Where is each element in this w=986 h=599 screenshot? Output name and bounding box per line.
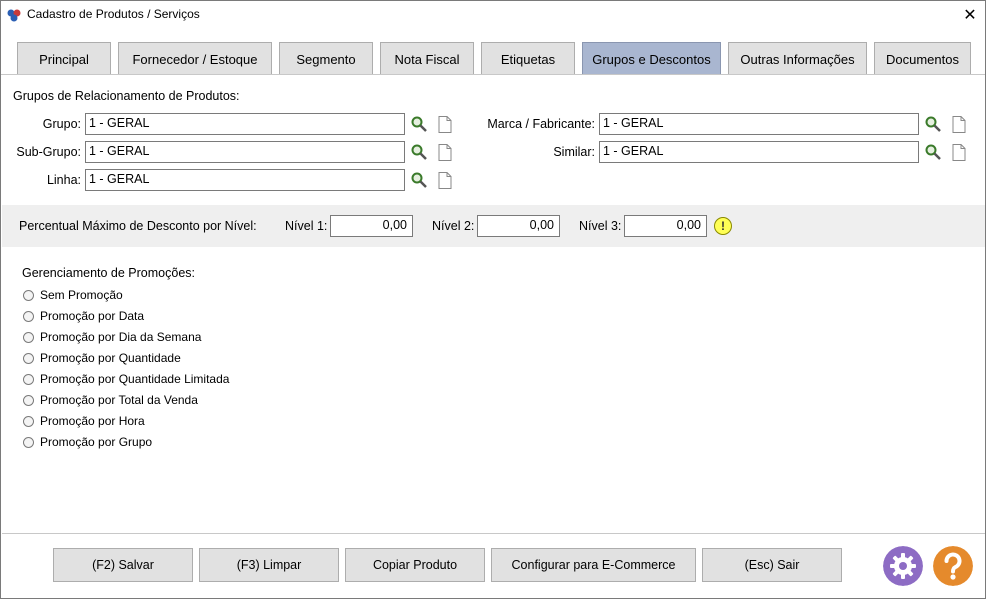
window-title: Cadastro de Produtos / Serviços (27, 7, 200, 21)
radio-button[interactable] (23, 373, 34, 385)
tab-nota-fiscal[interactable]: Nota Fiscal (380, 42, 474, 75)
marca-field[interactable]: 1 - GERAL (599, 113, 919, 135)
groups-section-title: Grupos de Relacionamento de Produtos: (13, 89, 240, 103)
subgrupo-new-document-icon[interactable] (438, 144, 452, 161)
tab-grupos-descontos[interactable]: Grupos e Descontos (582, 42, 721, 75)
linha-label: Linha: (46, 173, 81, 187)
promo-option-grupo[interactable]: Promoção por Grupo (23, 433, 152, 451)
nivel2-label: Nível 2: (432, 219, 475, 233)
linha-search-icon[interactable] (410, 171, 428, 189)
subgrupo-search-icon[interactable] (410, 143, 428, 161)
radio-button[interactable] (23, 415, 34, 427)
radio-button[interactable] (23, 394, 34, 406)
promo-option-sem-promocao[interactable]: Sem Promoção (23, 286, 123, 304)
title-bar: Cadastro de Produtos / Serviços ✕ (1, 1, 985, 28)
promo-option-label: Promoção por Dia da Semana (40, 330, 202, 344)
grupo-search-icon[interactable] (410, 115, 428, 133)
tab-etiquetas[interactable]: Etiquetas (481, 42, 575, 75)
nivel3-field[interactable]: 0,00 (624, 215, 707, 237)
configure-ecommerce-button[interactable]: Configurar para E-Commerce (491, 548, 696, 582)
promo-option-label: Promoção por Quantidade (40, 351, 181, 365)
marca-search-icon[interactable] (924, 115, 942, 133)
promo-option-label: Promoção por Data (40, 309, 145, 323)
close-icon: ✕ (963, 6, 977, 24)
promo-option-label: Promoção por Quantidade Limitada (40, 372, 230, 386)
product-register-window: Cadastro de Produtos / Serviços ✕ Princi… (0, 0, 986, 599)
nivel3-label: Nível 3: (579, 219, 622, 233)
radio-button[interactable] (23, 352, 34, 364)
footer-divider (2, 533, 985, 534)
radio-button[interactable] (23, 310, 34, 322)
copy-product-button[interactable]: Copiar Produto (345, 548, 485, 582)
promo-option-hora[interactable]: Promoção por Hora (23, 412, 145, 430)
promo-option-dia-semana[interactable]: Promoção por Dia da Semana (23, 328, 201, 346)
promo-option-label: Promoção por Hora (40, 414, 145, 428)
promo-option-data[interactable]: Promoção por Data (23, 307, 144, 325)
save-button[interactable]: (F2) Salvar (53, 548, 193, 582)
subgrupo-field[interactable]: 1 - GERAL (85, 141, 405, 163)
tab-documentos[interactable]: Documentos (874, 42, 971, 75)
promotions-title: Gerenciamento de Promoções: (22, 266, 196, 280)
marca-new-document-icon[interactable] (952, 116, 966, 133)
tab-fornecedor-estoque[interactable]: Fornecedor / Estoque (118, 42, 272, 75)
radio-button[interactable] (23, 331, 34, 343)
linha-field[interactable]: 1 - GERAL (85, 169, 405, 191)
nivel1-field[interactable]: 0,00 (330, 215, 413, 237)
similar-new-document-icon[interactable] (952, 144, 966, 161)
tab-outras-informacoes[interactable]: Outras Informações (728, 42, 867, 75)
close-button[interactable]: ✕ (955, 1, 985, 28)
promo-option-label: Promoção por Grupo (40, 435, 153, 449)
promo-option-quantidade-limitada[interactable]: Promoção por Quantidade Limitada (23, 370, 229, 388)
tab-segmento[interactable]: Segmento (279, 42, 373, 75)
marca-label: Marca / Fabricante: (487, 117, 595, 131)
promo-option-label: Promoção por Total da Venda (40, 393, 198, 407)
radio-button[interactable] (23, 289, 34, 301)
similar-search-icon[interactable] (924, 143, 942, 161)
linha-new-document-icon[interactable] (438, 172, 452, 189)
tab-principal[interactable]: Principal (17, 42, 111, 75)
app-logo-icon (7, 9, 21, 22)
exit-button[interactable]: (Esc) Sair (702, 548, 842, 582)
tab-divider (1, 74, 985, 75)
gear-icon[interactable] (883, 546, 923, 586)
grupo-label: Grupo: (42, 117, 81, 131)
radio-button[interactable] (23, 436, 34, 448)
discount-label: Percentual Máximo de Desconto por Nível: (19, 219, 257, 233)
warning-icon[interactable]: ! (714, 217, 732, 235)
nivel1-label: Nível 1: (285, 219, 328, 233)
nivel2-field[interactable]: 0,00 (477, 215, 560, 237)
grupo-new-document-icon[interactable] (438, 116, 452, 133)
clear-button[interactable]: (F3) Limpar (199, 548, 339, 582)
help-icon[interactable] (933, 546, 973, 586)
promo-option-total-venda[interactable]: Promoção por Total da Venda (23, 391, 198, 409)
promo-option-quantidade[interactable]: Promoção por Quantidade (23, 349, 181, 367)
grupo-field[interactable]: 1 - GERAL (85, 113, 405, 135)
similar-field[interactable]: 1 - GERAL (599, 141, 919, 163)
similar-label: Similar: (553, 145, 595, 159)
promo-option-label: Sem Promoção (40, 288, 123, 302)
subgrupo-label: Sub-Grupo: (16, 145, 81, 159)
